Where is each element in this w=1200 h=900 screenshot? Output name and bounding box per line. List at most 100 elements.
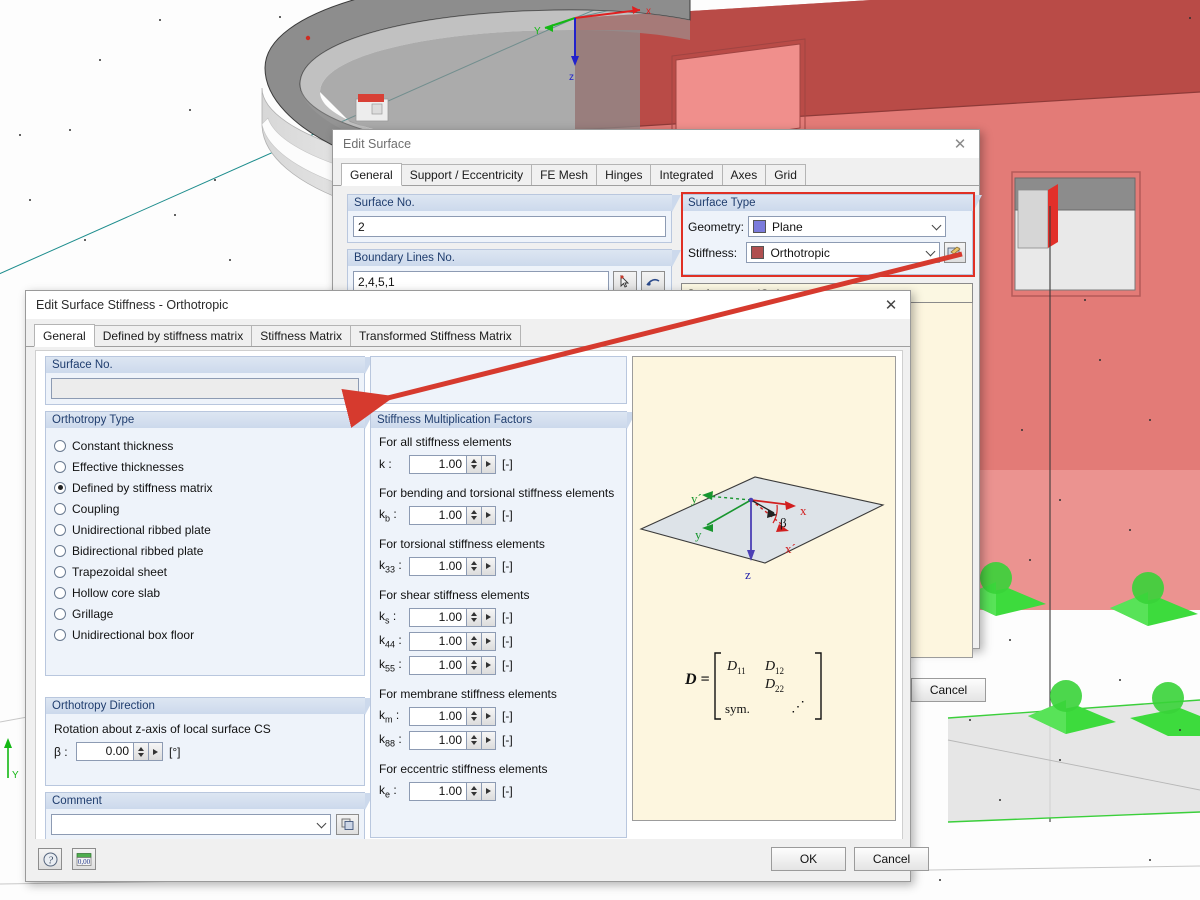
orthotropy-option-2[interactable]: Defined by stiffness matrix (54, 477, 364, 498)
factor-updown-icon[interactable] (466, 783, 481, 800)
factor-more-icon[interactable] (481, 558, 495, 575)
beta-value[interactable]: 0.00 (77, 743, 133, 760)
tab-stiffness-matrix[interactable]: Stiffness Matrix (251, 325, 351, 346)
factor-row[interactable]: k55 :1.00[-] (379, 653, 626, 677)
copy-icon[interactable] (336, 814, 359, 835)
tab-hinges[interactable]: Hinges (596, 164, 651, 185)
orthotropy-option-1[interactable]: Effective thicknesses (54, 456, 364, 477)
radio-icon[interactable] (54, 440, 66, 452)
radio-icon[interactable] (54, 608, 66, 620)
factor-stepper[interactable]: 1.00 (409, 506, 496, 525)
factor-value[interactable]: 1.00 (410, 708, 466, 725)
edit-surface-cancel-button[interactable]: Cancel (911, 678, 986, 702)
factor-value[interactable]: 1.00 (410, 558, 466, 575)
edit-stiffness-icon[interactable] (944, 242, 966, 263)
factor-updown-icon[interactable] (466, 558, 481, 575)
factor-row[interactable]: ks :1.00[-] (379, 605, 626, 629)
factor-value[interactable]: 1.00 (410, 657, 466, 674)
radio-icon[interactable] (54, 461, 66, 473)
factor-updown-icon[interactable] (466, 456, 481, 473)
factor-value[interactable]: 1.00 (410, 633, 466, 650)
orthotropy-option-0[interactable]: Constant thickness (54, 435, 364, 456)
orthotropy-option-7[interactable]: Hollow core slab (54, 582, 364, 603)
tab-integrated[interactable]: Integrated (650, 164, 722, 185)
tab-fe-mesh[interactable]: FE Mesh (531, 164, 597, 185)
radio-icon[interactable] (54, 524, 66, 536)
factor-row[interactable]: k33 :1.00[-] (379, 554, 626, 578)
factor-value[interactable]: 1.00 (410, 783, 466, 800)
orthotropy-option-9[interactable]: Unidirectional box floor (54, 624, 364, 645)
radio-icon[interactable] (54, 545, 66, 557)
edit-surface-titlebar[interactable]: Edit Surface ✕ (333, 130, 979, 158)
factor-more-icon[interactable] (481, 708, 495, 725)
radio-icon[interactable] (54, 587, 66, 599)
factor-row[interactable]: ke :1.00[-] (379, 779, 626, 803)
factor-value[interactable]: 1.00 (410, 732, 466, 749)
tab-grid[interactable]: Grid (765, 164, 806, 185)
orthotropy-option-4[interactable]: Unidirectional ribbed plate (54, 519, 364, 540)
factor-stepper[interactable]: 1.00 (409, 608, 496, 627)
factor-more-icon[interactable] (481, 783, 495, 800)
stiffness-factors-list[interactable]: For all stiffness elementsk :1.00[-]For … (370, 428, 627, 838)
radio-icon[interactable] (54, 482, 66, 494)
chevron-down-icon[interactable] (317, 818, 327, 828)
factor-stepper[interactable]: 1.00 (409, 782, 496, 801)
factor-row[interactable]: km :1.00[-] (379, 704, 626, 728)
orthotropy-option-5[interactable]: Bidirectional ribbed plate (54, 540, 364, 561)
help-icon[interactable]: ? (38, 848, 62, 870)
orthotropy-option-3[interactable]: Coupling (54, 498, 364, 519)
radio-icon[interactable] (54, 566, 66, 578)
factor-value[interactable]: 1.00 (410, 609, 466, 626)
factor-stepper[interactable]: 1.00 (409, 557, 496, 576)
close-icon[interactable]: ✕ (876, 294, 906, 316)
units-icon[interactable]: 0,00 (72, 848, 96, 870)
pick-lines-icon[interactable] (613, 271, 637, 292)
geometry-combo[interactable]: Plane (748, 216, 946, 237)
factor-updown-icon[interactable] (466, 657, 481, 674)
tab-general[interactable]: General (341, 163, 402, 186)
factor-more-icon[interactable] (481, 657, 495, 674)
edit-surface-stiffness-dialog[interactable]: Edit Surface Stiffness - Orthotropic ✕ G… (25, 290, 911, 882)
orthotropy-option-8[interactable]: Grillage (54, 603, 364, 624)
close-icon[interactable]: ✕ (945, 133, 975, 155)
stiffness-tabstrip[interactable]: General Defined by stiffness matrix Stif… (26, 325, 910, 347)
factor-updown-icon[interactable] (466, 633, 481, 650)
chevron-down-icon[interactable] (932, 220, 942, 230)
tab-defined-by-stiffness-matrix[interactable]: Defined by stiffness matrix (94, 325, 253, 346)
factor-stepper[interactable]: 1.00 (409, 707, 496, 726)
factor-value[interactable]: 1.00 (410, 456, 466, 473)
new-line-icon[interactable] (641, 271, 665, 292)
orthotropy-type-list[interactable]: Constant thicknessEffective thicknessesD… (45, 428, 365, 676)
factor-row[interactable]: k :1.00[-] (379, 452, 626, 476)
edit-surface-tabstrip[interactable]: General Support / Eccentricity FE Mesh H… (333, 164, 979, 186)
factor-stepper[interactable]: 1.00 (409, 455, 496, 474)
chevron-down-icon[interactable] (925, 246, 935, 256)
stiffness-combo[interactable]: Orthotropic (746, 242, 939, 263)
factor-more-icon[interactable] (481, 456, 495, 473)
factor-stepper[interactable]: 1.00 (409, 632, 496, 651)
ok-button[interactable]: OK (771, 847, 846, 871)
surface-no-input[interactable] (51, 378, 359, 399)
factor-value[interactable]: 1.00 (410, 507, 466, 524)
factor-stepper[interactable]: 1.00 (409, 656, 496, 675)
factor-row[interactable]: kb :1.00[-] (379, 503, 626, 527)
comment-input[interactable] (51, 814, 331, 835)
tab-general[interactable]: General (34, 324, 95, 347)
tab-axes[interactable]: Axes (722, 164, 767, 185)
orthotropy-option-6[interactable]: Trapezoidal sheet (54, 561, 364, 582)
factor-updown-icon[interactable] (466, 708, 481, 725)
beta-more-icon[interactable] (148, 743, 162, 760)
factor-stepper[interactable]: 1.00 (409, 731, 496, 750)
beta-updown-icon[interactable] (133, 743, 148, 760)
factor-more-icon[interactable] (481, 732, 495, 749)
tab-support-eccentricity[interactable]: Support / Eccentricity (401, 164, 532, 185)
factor-more-icon[interactable] (481, 633, 495, 650)
factor-row[interactable]: k44 :1.00[-] (379, 629, 626, 653)
factor-more-icon[interactable] (481, 507, 495, 524)
factor-more-icon[interactable] (481, 609, 495, 626)
surface-no-input[interactable] (353, 216, 666, 237)
radio-icon[interactable] (54, 503, 66, 515)
tab-transformed-stiffness-matrix[interactable]: Transformed Stiffness Matrix (350, 325, 521, 346)
radio-icon[interactable] (54, 629, 66, 641)
beta-stepper[interactable]: 0.00 (76, 742, 163, 761)
